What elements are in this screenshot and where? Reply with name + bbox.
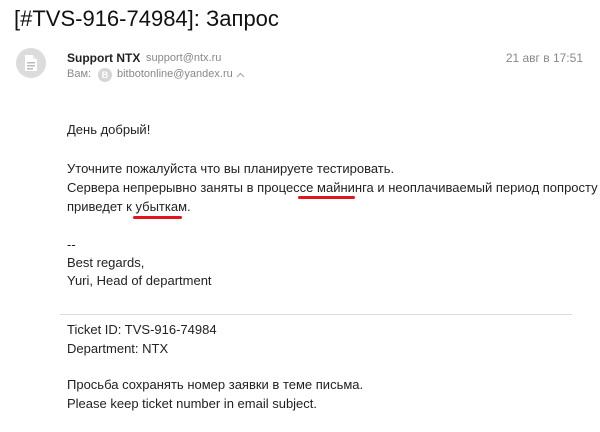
body-line-2: Сервера непрерывно заняты в процессе май… [67, 180, 598, 195]
recipient-email[interactable]: bitbotonline@yandex.ru [117, 68, 233, 80]
sender-email[interactable]: support@ntx.ru [146, 52, 221, 64]
divider [60, 314, 572, 315]
red-underline-mining [298, 196, 355, 199]
recipient-avatar: B [98, 68, 112, 82]
note-english: Please keep ticket number in email subje… [67, 396, 318, 411]
recipient-label: Вам: [67, 68, 92, 80]
signature-dash: -- [67, 237, 76, 252]
department: Department: NTX [67, 341, 169, 356]
body-line-3: приведет к убыткам. [67, 199, 191, 214]
chevron-up-icon[interactable] [236, 72, 245, 78]
ticket-id: Ticket ID: TVS-916-74984 [67, 322, 217, 337]
signature-regards: Best regards, [67, 255, 145, 270]
signature-name: Yuri, Head of department [67, 273, 212, 288]
document-icon [25, 55, 37, 71]
email-date: 21 авг в 17:51 [505, 51, 583, 65]
greeting-text: День добрый! [67, 122, 151, 137]
body-line-1: Уточните пожалуйста что вы планируете те… [67, 161, 395, 176]
red-underline-losses [133, 216, 182, 219]
sender-avatar [16, 48, 46, 78]
email-subject: [#TVS-916-74984]: Запрос [14, 6, 279, 31]
sender-name[interactable]: Support NTX [67, 51, 140, 65]
note-russian: Просьба сохранять номер заявки в теме пи… [67, 377, 364, 392]
